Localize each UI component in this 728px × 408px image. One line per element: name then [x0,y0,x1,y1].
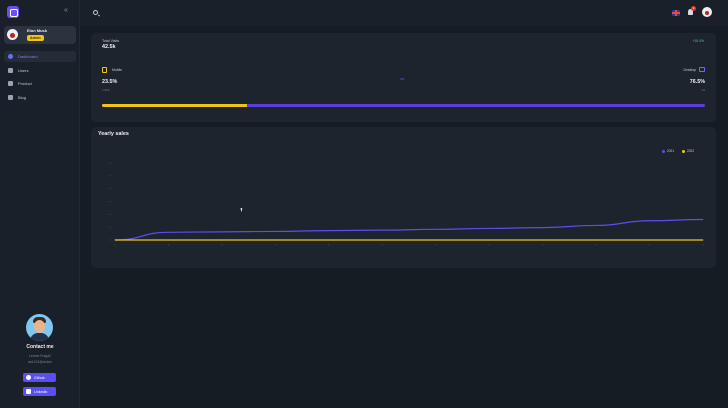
account-avatar[interactable] [702,7,712,17]
data-point-2021[interactable] [435,228,437,230]
data-point-2021[interactable] [221,231,223,233]
contact-email: ant.101@ai.dev [28,360,52,364]
total-visits-value: 42.5k [102,44,116,50]
data-point-2021[interactable] [488,228,490,229]
github-label: Github [34,375,45,380]
visits-split-bar [102,104,705,107]
data-point-2022[interactable] [542,239,544,241]
sidebar-item-users[interactable]: Users [4,65,76,76]
sidebar-item-product[interactable]: Product [4,78,76,89]
user-avatar [7,29,18,40]
sidebar-item-dashboard[interactable]: Dashboard [4,51,76,62]
mobile-percent: 23.5% [102,79,118,85]
total-visits-label: Total Visits [102,39,120,43]
sidebar-item-blog[interactable]: Blog [4,92,76,103]
yearly-sales-chart [109,162,704,246]
app-logo[interactable] [7,6,19,18]
language-flag-icon[interactable] [672,10,680,16]
data-point-2021[interactable] [595,225,597,226]
data-point-2022[interactable] [114,239,116,241]
total-visits-change: +18.4% [692,39,704,43]
user-card[interactable]: Elon Musk Admin [4,26,76,44]
desktop-label: Desktop [683,68,696,72]
data-point-2022[interactable] [488,239,490,241]
notification-badge: 1 [691,6,696,11]
mobile-count: 2,890 [102,88,110,92]
data-point-2021[interactable] [649,220,650,222]
series-line-2021 [114,218,704,241]
data-point-2021[interactable] [328,230,330,231]
data-point-2021[interactable] [542,227,544,228]
blog-icon [8,95,13,100]
user-name: Elon Musk [27,28,48,33]
topbar: 1 [80,0,728,26]
data-point-2022[interactable] [435,239,437,241]
desktop-count: 22 [701,88,705,92]
contact-name: Lemon Fraga2 [28,354,52,358]
data-point-2022[interactable] [274,239,276,241]
users-icon [8,68,13,73]
data-point-2022[interactable] [702,239,704,241]
mobile-label: Mobile [112,68,122,72]
data-point-2022[interactable] [328,239,330,241]
total-visits-card: Total Visits 42.5k +18.4% Mobile VS Desk… [91,33,716,122]
desktop-icon [699,67,705,72]
contact-title: Contact me [26,344,54,350]
mobile-icon [102,67,107,73]
vs-divider: VS [400,77,405,81]
data-point-2021[interactable] [702,219,704,220]
data-point-2022[interactable] [595,239,597,241]
product-icon [8,81,13,86]
linkedin-label: Linkedin [34,389,48,394]
data-point-2022[interactable] [168,239,169,241]
sidebar-item-label: Blog [18,95,27,100]
data-point-2021[interactable] [274,231,276,232]
data-point-2021[interactable] [381,229,383,231]
yearly-sales-card: Yearly sales 2021 2022 [91,127,716,268]
data-point-2021[interactable] [168,231,169,233]
sidebar-item-label: Dashboard [18,54,38,59]
linkedin-button[interactable]: Linkedin [23,387,56,396]
desktop-percent: 76.5% [689,79,705,85]
data-point-2022[interactable] [381,239,383,241]
mobile-share-fill [102,104,247,107]
data-point-2022[interactable] [221,239,223,241]
github-button[interactable]: Github [23,373,56,382]
collapse-sidebar-icon[interactable]: « [64,7,68,14]
sidebar-item-label: Users [18,68,29,73]
sidebar: « Elon Musk Admin Dashboard Users Produc… [0,0,80,408]
data-point-2022[interactable] [649,239,650,241]
user-role-badge: Admin [27,35,44,41]
sidebar-item-label: Product [18,81,32,86]
search-icon[interactable] [93,10,98,15]
github-icon [26,375,31,380]
linkedin-icon [26,389,31,394]
contact-avatar [26,314,53,341]
dashboard-icon [8,54,13,59]
